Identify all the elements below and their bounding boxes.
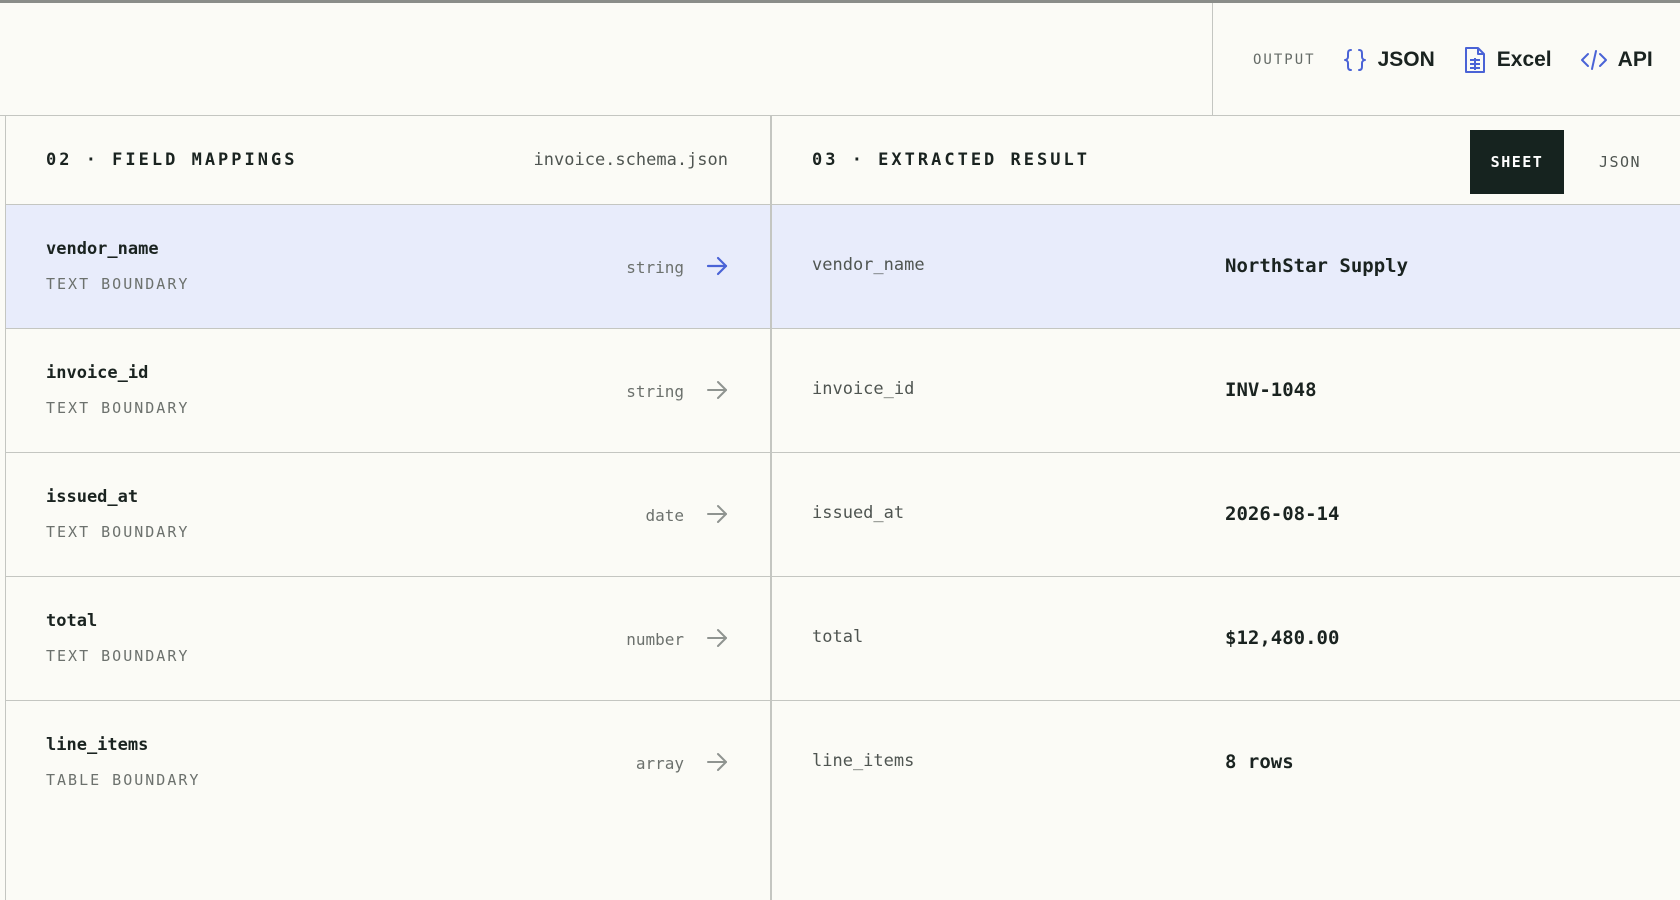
- field-type: date: [645, 506, 684, 525]
- field-boundary: TEXT BOUNDARY: [46, 399, 190, 417]
- result-key: invoice_id: [812, 379, 915, 399]
- field-name: line_items: [46, 735, 149, 755]
- schema-file-name: invoice.schema.json: [533, 150, 728, 170]
- extracted-result-panel: 03 · EXTRACTED RESULT SHEET JSON vendor_…: [772, 116, 1680, 900]
- mapping-row-vendor-name[interactable]: vendor_name TEXT BOUNDARY string: [6, 205, 770, 329]
- result-value: 2026-08-14: [1225, 503, 1340, 525]
- field-name: vendor_name: [46, 239, 159, 259]
- field-mappings-panel: 02 · FIELD MAPPINGS invoice.schema.json …: [6, 116, 770, 900]
- arrow-right-icon: [707, 505, 727, 523]
- result-key: vendor_name: [812, 255, 925, 275]
- result-row-invoice-id[interactable]: invoice_id INV-1048: [772, 329, 1680, 453]
- output-excel-button[interactable]: Excel: [1463, 46, 1552, 74]
- arrow-right-icon: [707, 753, 727, 771]
- output-api-button[interactable]: API: [1580, 48, 1653, 72]
- result-key: line_items: [812, 751, 915, 771]
- spreadsheet-file-icon: [1463, 46, 1487, 74]
- json-view-toggle[interactable]: JSON: [1572, 130, 1668, 194]
- result-value: 8 rows: [1225, 751, 1294, 773]
- field-type: number: [626, 630, 684, 649]
- extracted-result-title: 03 · EXTRACTED RESULT: [812, 150, 1090, 170]
- top-toolbar: OUTPUT JSON Excel API: [0, 3, 1680, 116]
- result-row-vendor-name[interactable]: vendor_name NorthStar Supply: [772, 205, 1680, 329]
- result-key: total: [812, 627, 864, 647]
- field-boundary: TEXT BOUNDARY: [46, 523, 190, 541]
- result-value: $12,480.00: [1225, 627, 1340, 649]
- toolbar-divider: [1212, 3, 1213, 116]
- result-key: issued_at: [812, 503, 905, 523]
- field-type: string: [626, 382, 684, 401]
- mapping-row-issued-at[interactable]: issued_at TEXT BOUNDARY date: [6, 453, 770, 577]
- output-formats: OUTPUT JSON Excel API: [1253, 3, 1653, 116]
- result-value: NorthStar Supply: [1225, 255, 1409, 277]
- arrow-right-icon: [707, 381, 727, 399]
- field-name: invoice_id: [46, 363, 149, 383]
- result-value: INV-1048: [1225, 379, 1317, 401]
- field-boundary: TEXT BOUNDARY: [46, 647, 190, 665]
- code-icon: [1580, 48, 1608, 72]
- mapping-row-invoice-id[interactable]: invoice_id TEXT BOUNDARY string: [6, 329, 770, 453]
- output-excel-label: Excel: [1496, 47, 1552, 71]
- field-boundary: TEXT BOUNDARY: [46, 275, 190, 293]
- result-row-line-items[interactable]: line_items 8 rows: [772, 701, 1680, 825]
- field-name: total: [46, 611, 98, 631]
- field-mappings-header: 02 · FIELD MAPPINGS invoice.schema.json: [6, 116, 770, 205]
- mapping-row-total[interactable]: total TEXT BOUNDARY number: [6, 577, 770, 701]
- output-api-label: API: [1617, 47, 1653, 71]
- field-mappings-title: 02 · FIELD MAPPINGS: [46, 150, 298, 170]
- field-type: array: [635, 754, 684, 773]
- arrow-right-icon: [707, 629, 727, 647]
- output-label: OUTPUT: [1253, 51, 1316, 68]
- output-json-button[interactable]: JSON: [1342, 47, 1435, 73]
- extracted-result-header: 03 · EXTRACTED RESULT SHEET JSON: [772, 116, 1680, 205]
- field-name: issued_at: [46, 487, 139, 507]
- field-type: string: [626, 258, 684, 277]
- braces-icon: [1342, 47, 1368, 73]
- arrow-right-icon: [706, 256, 728, 276]
- result-row-issued-at[interactable]: issued_at 2026-08-14: [772, 453, 1680, 577]
- result-row-total[interactable]: total $12,480.00: [772, 577, 1680, 701]
- sheet-view-toggle[interactable]: SHEET: [1470, 130, 1564, 194]
- output-json-label: JSON: [1377, 47, 1435, 71]
- mapping-row-line-items[interactable]: line_items TABLE BOUNDARY array: [6, 701, 770, 825]
- field-boundary: TABLE BOUNDARY: [46, 771, 201, 789]
